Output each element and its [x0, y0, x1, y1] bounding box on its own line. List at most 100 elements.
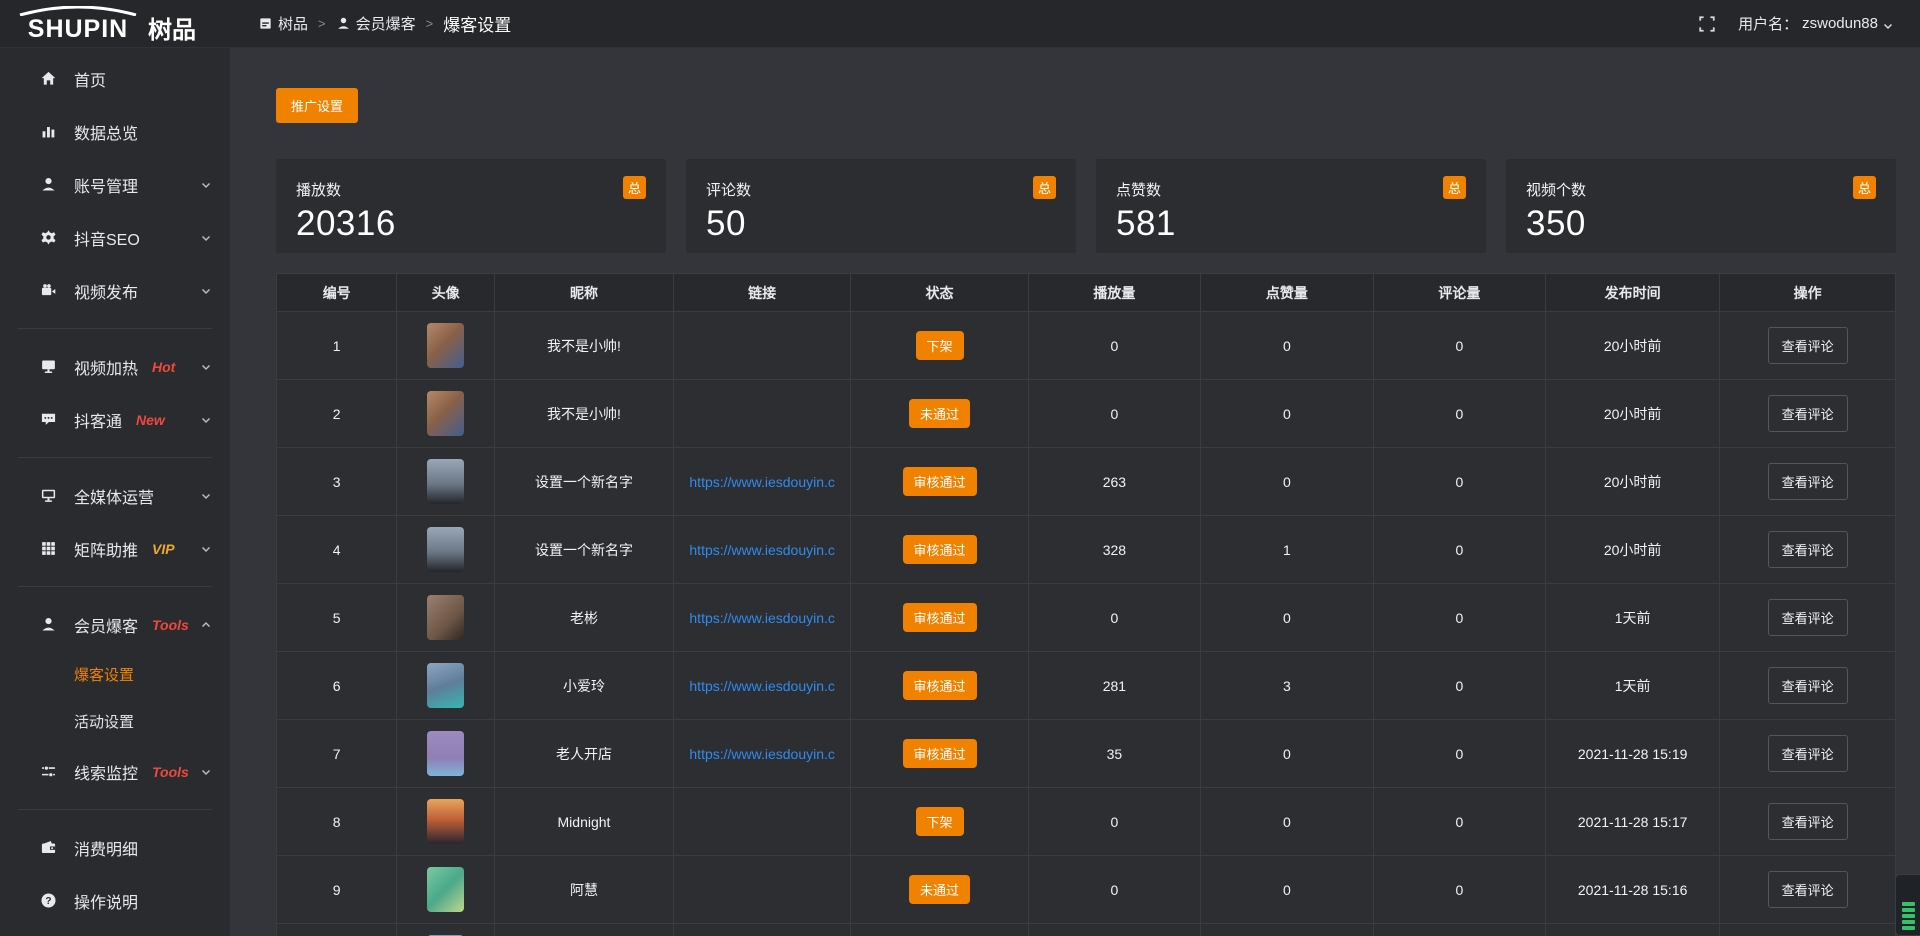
chat-icon	[40, 411, 57, 428]
cell-likes: 3	[1201, 652, 1373, 720]
cell-status: 未通过	[851, 856, 1028, 924]
logo-arc-icon	[14, 6, 142, 16]
floating-meter-widget[interactable]	[1895, 874, 1920, 936]
sidebar-subitem-爆客设置[interactable]: 爆客设置	[0, 651, 230, 698]
cell-id: 7	[277, 720, 397, 788]
view-comments-button[interactable]: 查看评论	[1768, 803, 1848, 840]
cell-action: 查看评论	[1720, 652, 1896, 720]
cell-avatar	[397, 516, 495, 584]
cell-plays: 0	[1028, 312, 1200, 380]
cell-id: 1	[277, 312, 397, 380]
cell-status: 未通过	[851, 380, 1028, 448]
header-right: 用户名：zswodun88	[1698, 13, 1920, 34]
table-row: 6 小爱玲 https://www.iesdouyin.c 审核通过 281 3…	[277, 652, 1896, 720]
view-comments-button[interactable]: 查看评论	[1768, 531, 1848, 568]
sidebar-item-label: 消费明细	[74, 836, 138, 860]
sidebar-item-badge: New	[136, 412, 165, 428]
cell-likes: 0	[1201, 788, 1373, 856]
view-comments-button[interactable]: 查看评论	[1768, 735, 1848, 772]
sidebar-divider	[18, 457, 212, 458]
breadcrumb-label: 会员爆客	[356, 13, 416, 34]
sidebar-item-抖音SEO[interactable]: 抖音SEO	[0, 211, 230, 264]
cell-likes	[1201, 924, 1373, 936]
cell-link: https://www.iesdouyin.c	[673, 652, 850, 720]
video-link[interactable]: https://www.iesdouyin.c	[689, 542, 835, 558]
sidebar-item-视频发布[interactable]: 视频发布	[0, 264, 230, 317]
sidebar-item-抖客通[interactable]: 抖客通 New	[0, 393, 230, 446]
username-label: 用户名：	[1738, 13, 1798, 34]
status-button[interactable]: 审核通过	[903, 671, 977, 700]
stat-card-评论数: 评论数 总 50	[686, 159, 1076, 253]
cell-link	[673, 924, 850, 936]
video-link[interactable]: https://www.iesdouyin.c	[689, 610, 835, 626]
cell-link: https://www.iesdouyin.c	[673, 448, 850, 516]
sidebar-item-label: 视频发布	[74, 279, 138, 303]
cell-link	[673, 856, 850, 924]
table-header-row: 编号头像昵称链接状态播放量点赞量评论量发布时间操作	[277, 274, 1896, 312]
view-comments-button[interactable]: 查看评论	[1768, 395, 1848, 432]
cell-action: 查看评论	[1720, 584, 1896, 652]
cell-plays: 328	[1028, 516, 1200, 584]
video-link[interactable]: https://www.iesdouyin.c	[689, 678, 835, 694]
username-value: zswodun88	[1802, 15, 1878, 32]
cell-action	[1720, 924, 1896, 936]
cell-nickname: 我不是小帅!	[495, 380, 674, 448]
table-row: 8 Midnight 下架 0 0 0 2021-11-28 15:17 查看评…	[277, 788, 1896, 856]
sidebar-item-首页[interactable]: 首页	[0, 52, 230, 105]
chevron-down-icon	[200, 543, 212, 555]
sidebar-item-数据总览[interactable]: 数据总览	[0, 105, 230, 158]
cell-time: 2021-11-28 15:17	[1546, 788, 1720, 856]
avatar	[427, 731, 464, 776]
breadcrumb-item-home[interactable]: 树品	[258, 13, 308, 34]
view-comments-button[interactable]: 查看评论	[1768, 599, 1848, 636]
cell-plays: 263	[1028, 448, 1200, 516]
sidebar-subitem-活动设置[interactable]: 活动设置	[0, 698, 230, 745]
sidebar-item-操作说明[interactable]: ? 操作说明	[0, 874, 230, 927]
sidebar-item-消费明细[interactable]: 消费明细	[0, 821, 230, 874]
gear-icon	[40, 229, 57, 246]
user-menu[interactable]: 用户名：zswodun88	[1738, 13, 1894, 34]
cell-action: 查看评论	[1720, 448, 1896, 516]
cell-status: 下架	[851, 312, 1028, 380]
status-button[interactable]: 下架	[916, 331, 964, 360]
stat-total-badge: 总	[623, 176, 646, 199]
sidebar-item-账号管理[interactable]: 账号管理	[0, 158, 230, 211]
view-comments-button[interactable]: 查看评论	[1768, 667, 1848, 704]
video-link[interactable]: https://www.iesdouyin.c	[689, 746, 835, 762]
cell-nickname: 我不是小帅!	[495, 312, 674, 380]
status-button[interactable]: 审核通过	[903, 467, 977, 496]
sidebar-subitem-label: 爆客设置	[74, 664, 134, 685]
sidebar-item-矩阵助推[interactable]: 矩阵助推 VIP	[0, 522, 230, 575]
sidebar-item-全媒体运营[interactable]: 全媒体运营	[0, 469, 230, 522]
table-row: 9 阿慧 未通过 0 0 0 2021-11-28 15:16 查看评论	[277, 856, 1896, 924]
video-link[interactable]: https://www.iesdouyin.c	[689, 474, 835, 490]
view-comments-button[interactable]: 查看评论	[1768, 463, 1848, 500]
status-button[interactable]: 未通过	[909, 399, 970, 428]
status-button[interactable]: 审核通过	[903, 603, 977, 632]
sidebar-item-线索监控[interactable]: 线索监控 Tools	[0, 745, 230, 798]
status-button[interactable]: 未通过	[909, 875, 970, 904]
sidebar-item-会员爆客[interactable]: 会员爆客 Tools	[0, 598, 230, 651]
column-header: 头像	[397, 274, 495, 312]
cell-avatar	[397, 380, 495, 448]
brand-logo[interactable]: SHUPIN 树品	[0, 0, 230, 48]
view-comments-button[interactable]: 查看评论	[1768, 327, 1848, 364]
sidebar-item-视频加热[interactable]: 视频加热 Hot	[0, 340, 230, 393]
status-button[interactable]: 下架	[916, 807, 964, 836]
table-row: 4 设置一个新名字 https://www.iesdouyin.c 审核通过 3…	[277, 516, 1896, 584]
breadcrumb-item-member[interactable]: 会员爆客	[336, 13, 416, 34]
status-button[interactable]: 审核通过	[903, 739, 977, 768]
cell-time: 20小时前	[1546, 380, 1720, 448]
person-icon	[40, 616, 57, 633]
cell-comments: 0	[1373, 788, 1545, 856]
status-button[interactable]: 审核通过	[903, 535, 977, 564]
promo-settings-button[interactable]: 推广设置	[276, 88, 358, 123]
view-comments-button[interactable]: 查看评论	[1768, 871, 1848, 908]
cell-id: 2	[277, 380, 397, 448]
avatar	[427, 527, 464, 572]
chevron-down-icon	[200, 361, 212, 373]
cell-comments: 0	[1373, 856, 1545, 924]
cell-action: 查看评论	[1720, 516, 1896, 584]
cell-avatar	[397, 652, 495, 720]
fullscreen-icon[interactable]	[1698, 15, 1716, 33]
